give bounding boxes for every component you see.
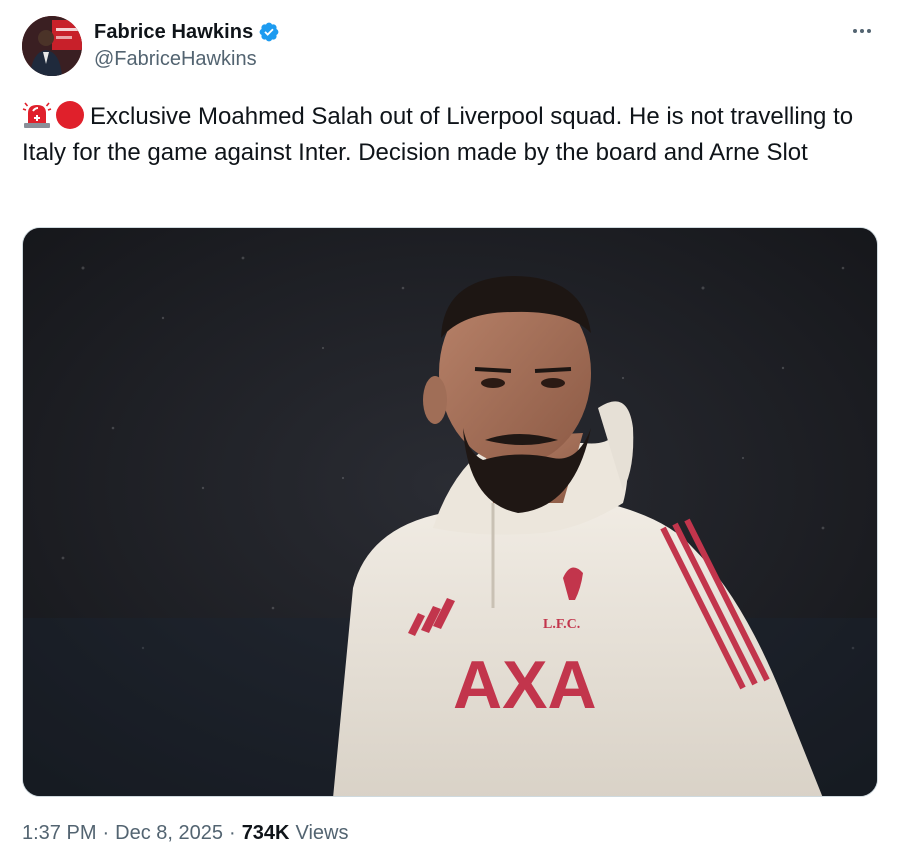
avatar-image	[22, 16, 82, 76]
photo-image: AXA L.F.C.	[23, 228, 877, 796]
meta-separator-2: ·	[229, 822, 236, 844]
tweet-card: Fabrice Hawkins @FabriceHawkins Exclusiv…	[0, 0, 900, 862]
author-avatar[interactable]	[22, 16, 82, 76]
tweet-meta: 1:37 PM · Dec 8, 2025 · 734K Views	[22, 822, 349, 845]
author-names: Fabrice Hawkins @FabriceHawkins	[94, 18, 280, 71]
tweet-photo[interactable]: AXA L.F.C.	[22, 227, 878, 797]
tweet-header: Fabrice Hawkins @FabriceHawkins	[22, 16, 280, 78]
rotating-light-emoji	[22, 101, 52, 129]
views-count[interactable]: 734K	[242, 822, 290, 845]
more-horizontal-icon[interactable]	[848, 20, 876, 42]
views-label: Views	[295, 822, 349, 844]
verified-badge-icon[interactable]	[258, 21, 280, 43]
tweet-time[interactable]: 1:37 PM	[22, 822, 96, 845]
jersey-crest-text: L.F.C.	[543, 617, 580, 632]
author-handle[interactable]: @FabriceHawkins	[94, 48, 280, 71]
tweet-text-block: Exclusive Moahmed Salah out of Liverpool…	[22, 99, 882, 171]
display-name-row: Fabrice Hawkins	[94, 18, 280, 46]
red-circle-emoji	[56, 101, 84, 129]
author-display-name[interactable]: Fabrice Hawkins	[94, 21, 253, 44]
tweet-text: Exclusive Moahmed Salah out of Liverpool…	[22, 103, 854, 166]
tweet-date[interactable]: Dec 8, 2025	[115, 822, 223, 845]
jersey-sponsor-text: AXA	[453, 647, 597, 723]
meta-separator: ·	[102, 822, 110, 844]
